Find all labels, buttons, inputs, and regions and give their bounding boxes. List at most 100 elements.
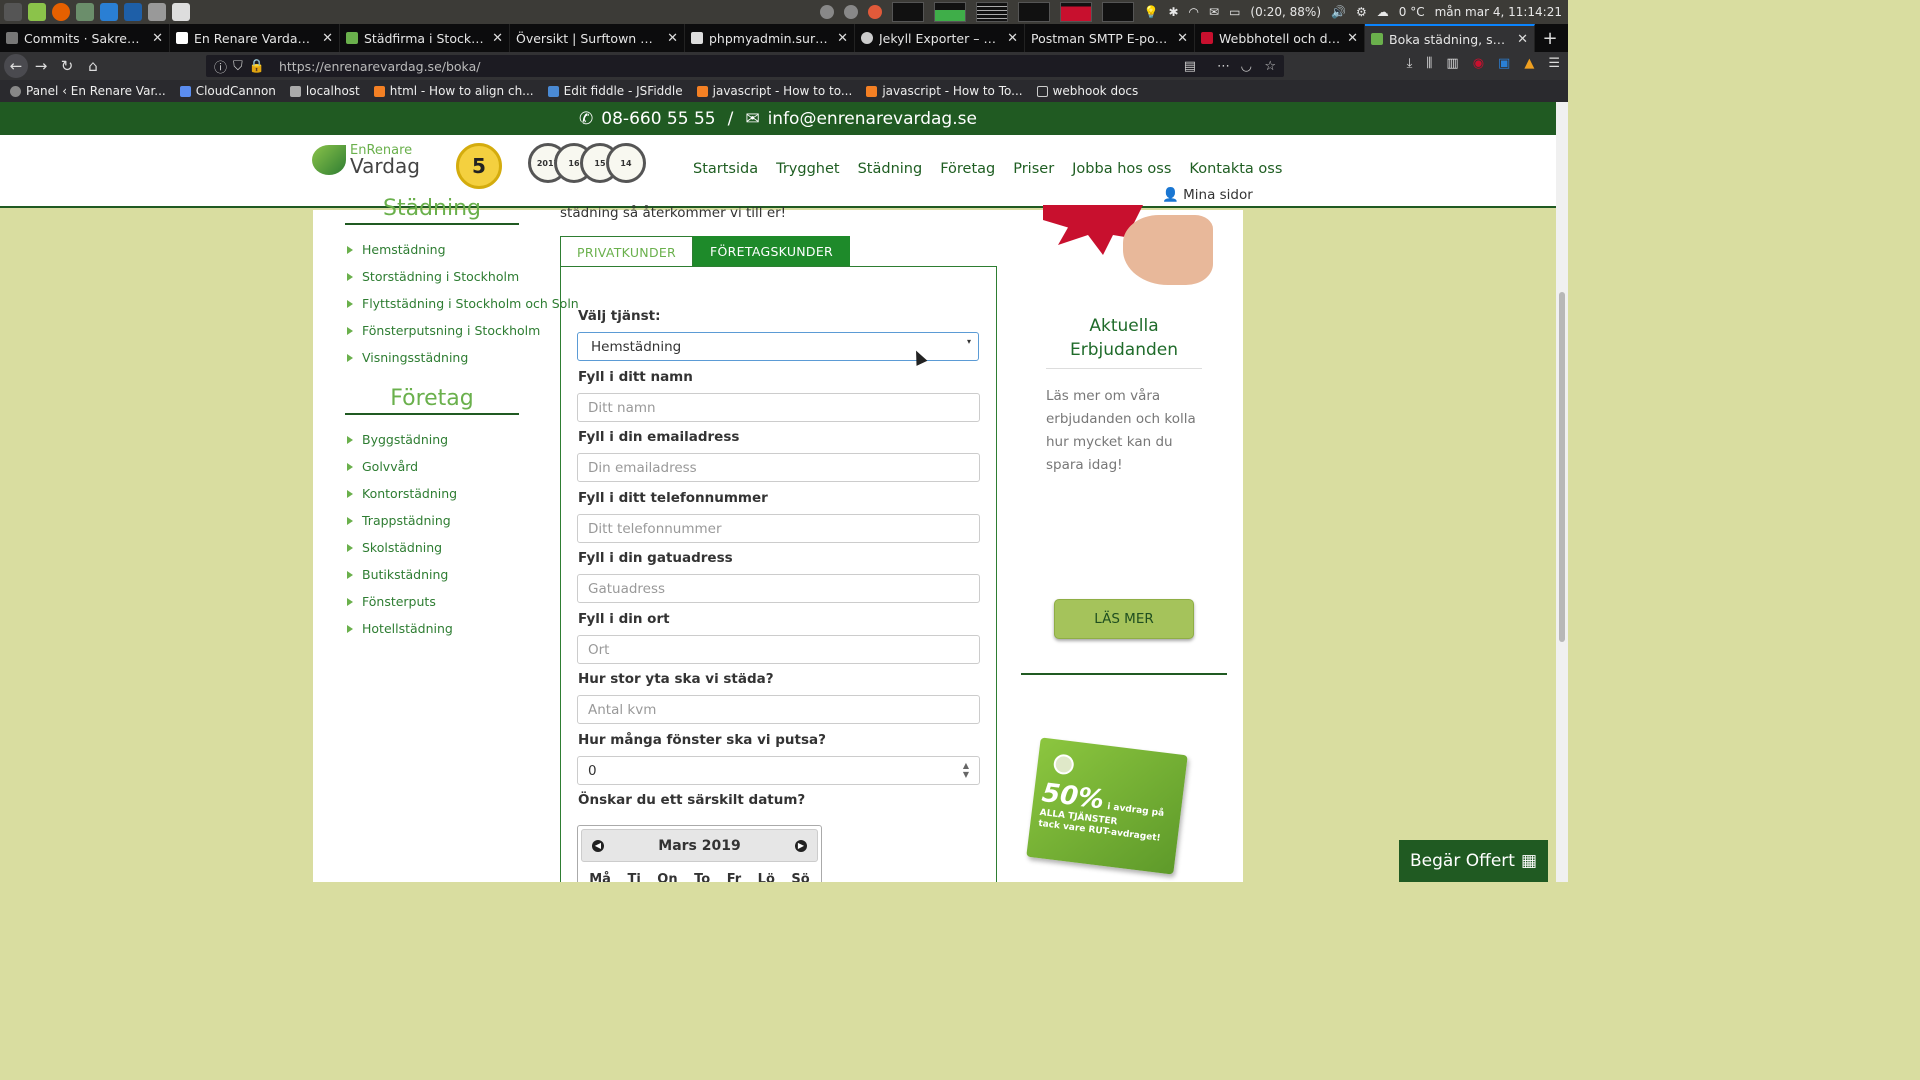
street-input[interactable]: Gatuadress xyxy=(577,574,980,603)
reader-view-icon[interactable]: ▤ xyxy=(1184,59,1196,74)
close-tab-icon[interactable]: ✕ xyxy=(667,31,678,46)
ubuntu-menu-icon[interactable] xyxy=(4,3,22,21)
sidebar-link[interactable]: Kontorstädning xyxy=(347,480,457,507)
extension-icon[interactable]: ▣ xyxy=(1498,56,1510,71)
area-input[interactable]: Antal kvm xyxy=(577,695,980,724)
firefox-app-icon[interactable] xyxy=(52,3,70,21)
browser-tab[interactable]: phpmyadmin.surftow ✕ xyxy=(685,24,855,52)
bookmark-item[interactable]: html - How to align ch... xyxy=(373,84,534,98)
sidebar-link[interactable]: Fönsterputs xyxy=(347,588,457,615)
number-spinner-icon[interactable]: ▲ ▼ xyxy=(963,761,969,779)
chat-app-icon[interactable] xyxy=(100,3,118,21)
browser-tab[interactable]: Städfirma i Stockholm ✕ xyxy=(340,24,510,52)
sidebar-icon[interactable]: ▥ xyxy=(1446,56,1458,71)
browser-tab[interactable]: Webbhotell och domä ✕ xyxy=(1195,24,1365,52)
close-tab-icon[interactable]: ✕ xyxy=(152,31,163,46)
close-tab-icon[interactable]: ✕ xyxy=(1517,32,1528,47)
weather-temp[interactable]: 0 °C xyxy=(1399,5,1425,19)
reload-button[interactable]: ↻ xyxy=(54,57,80,75)
page-scrollbar[interactable] xyxy=(1556,102,1568,882)
new-tab-button[interactable]: + xyxy=(1535,24,1565,52)
nav-foretag[interactable]: Företag xyxy=(940,161,995,177)
wifi-icon[interactable]: ◠ xyxy=(1189,5,1199,19)
email-link[interactable]: info@enrenarevardag.se xyxy=(768,109,977,129)
forward-button[interactable]: → xyxy=(28,57,54,75)
page-actions-icon[interactable]: ⋯ xyxy=(1217,59,1230,74)
sidebar-link[interactable]: Flyttstädning i Stockholm och Soln xyxy=(347,290,579,317)
scrollbar-thumb[interactable] xyxy=(1559,292,1565,642)
url-bar[interactable]: ⓘ ⛉ 🔒 https://enrenarevardag.se/boka/ ▤ … xyxy=(206,55,1284,77)
vscode-app-icon[interactable] xyxy=(124,3,142,21)
shield-icon[interactable]: ⛉ xyxy=(233,59,243,74)
close-tab-icon[interactable]: ✕ xyxy=(1347,31,1358,46)
sidebar-link[interactable]: Fönsterputsning i Stockholm xyxy=(347,317,579,344)
browser-tab[interactable]: En Renare Vardag | Tre ✕ xyxy=(170,24,340,52)
bookmark-item[interactable]: Panel ‹ En Renare Var... xyxy=(10,84,166,98)
close-tab-icon[interactable]: ✕ xyxy=(1177,31,1188,46)
browser-tab[interactable]: Jekyll Exporter – Wor ✕ xyxy=(855,24,1025,52)
bookmark-item[interactable]: CloudCannon xyxy=(179,84,276,98)
my-pages-link[interactable]: 👤 Mina sidor xyxy=(1162,187,1253,203)
archive-app-icon[interactable] xyxy=(148,3,166,21)
maximize-window-icon[interactable] xyxy=(843,5,858,19)
minimize-window-icon[interactable] xyxy=(819,5,834,19)
tab-private[interactable]: PRIVATKUNDER xyxy=(560,236,694,267)
browser-tab[interactable]: Översikt | Surftown Dash ✕ xyxy=(510,24,685,52)
rut-discount-tag[interactable]: 50% i avdrag på ALLA TJÄNSTER tack vare … xyxy=(1026,737,1188,875)
phone-link[interactable]: 08-660 55 55 xyxy=(601,109,715,129)
back-button[interactable]: ← xyxy=(4,54,28,78)
browser-tab[interactable]: Commits · Sakrecoer/t ✕ xyxy=(0,24,170,52)
settings-icon[interactable]: ⚙ xyxy=(1356,5,1367,19)
ublock-icon[interactable]: ◉ xyxy=(1473,56,1484,71)
hamburger-menu-icon[interactable]: ☰ xyxy=(1548,56,1560,71)
next-month-icon[interactable]: ▶ xyxy=(795,839,807,852)
nav-stadning[interactable]: Städning xyxy=(858,161,923,177)
request-quote-button[interactable]: Begär Offert ▦ xyxy=(1399,840,1548,882)
windows-input[interactable]: 0 ▲ ▼ xyxy=(577,756,980,785)
read-more-button[interactable]: LÄS MER xyxy=(1054,599,1194,639)
info-icon[interactable]: ⓘ xyxy=(214,57,227,76)
sidebar-link[interactable]: Byggstädning xyxy=(347,426,457,453)
browser-tab[interactable]: Postman SMTP E-postlog ✕ xyxy=(1025,24,1195,52)
files-app-icon[interactable] xyxy=(28,3,46,21)
lightbulb-icon[interactable]: 💡 xyxy=(1144,5,1159,19)
sidebar-link[interactable]: Trappstädning xyxy=(347,507,457,534)
close-window-icon[interactable] xyxy=(867,5,882,19)
close-tab-icon[interactable]: ✕ xyxy=(837,31,848,46)
site-logo[interactable]: EnRenare Vardag xyxy=(312,144,420,176)
clock[interactable]: mån mar 4, 11:14:21 xyxy=(1435,5,1562,19)
sidebar-link[interactable]: Skolstädning xyxy=(347,534,457,561)
bluetooth-icon[interactable]: ✱ xyxy=(1168,5,1178,19)
image-app-icon[interactable] xyxy=(76,3,94,21)
download-icon[interactable]: ⤓ xyxy=(1407,56,1413,71)
prev-month-icon[interactable]: ◀ xyxy=(592,839,604,852)
editor-app-icon[interactable] xyxy=(172,3,190,21)
nav-kontakta[interactable]: Kontakta oss xyxy=(1189,161,1282,177)
city-input[interactable]: Ort xyxy=(577,635,980,664)
sidebar-link[interactable]: Hemstädning xyxy=(347,236,579,263)
battery-icon[interactable]: ▭ xyxy=(1229,5,1240,19)
extension-alt-icon[interactable]: ▲ xyxy=(1524,56,1534,71)
lock-icon[interactable]: 🔒 xyxy=(249,59,265,74)
sidebar-link[interactable]: Butikstädning xyxy=(347,561,457,588)
nav-startsida[interactable]: Startsida xyxy=(693,161,758,177)
mail-icon[interactable]: ✉ xyxy=(1209,5,1219,19)
name-input[interactable]: Ditt namn xyxy=(577,393,980,422)
nav-priser[interactable]: Priser xyxy=(1013,161,1054,177)
home-button[interactable]: ⌂ xyxy=(80,57,106,75)
close-tab-icon[interactable]: ✕ xyxy=(322,31,333,46)
sidebar-link[interactable]: Golvvård xyxy=(347,453,457,480)
close-tab-icon[interactable]: ✕ xyxy=(492,31,503,46)
sidebar-link[interactable]: Visningsstädning xyxy=(347,344,579,371)
bookmark-item[interactable]: webhook docs xyxy=(1036,84,1138,98)
sidebar-link[interactable]: Storstädning i Stockholm xyxy=(347,263,579,290)
nav-jobba[interactable]: Jobba hos oss xyxy=(1072,161,1171,177)
bookmark-item[interactable]: Edit fiddle - JSFiddle xyxy=(547,84,683,98)
bookmark-star-icon[interactable]: ☆ xyxy=(1264,59,1276,74)
nav-trygghet[interactable]: Trygghet xyxy=(776,161,839,177)
bookmark-item[interactable]: localhost xyxy=(289,84,360,98)
volume-icon[interactable]: 🔊 xyxy=(1331,5,1346,19)
pocket-icon[interactable]: ◡ xyxy=(1241,59,1252,74)
bookmark-item[interactable]: javascript - How to To... xyxy=(866,84,1023,98)
bookmark-item[interactable]: javascript - How to to... xyxy=(696,84,852,98)
